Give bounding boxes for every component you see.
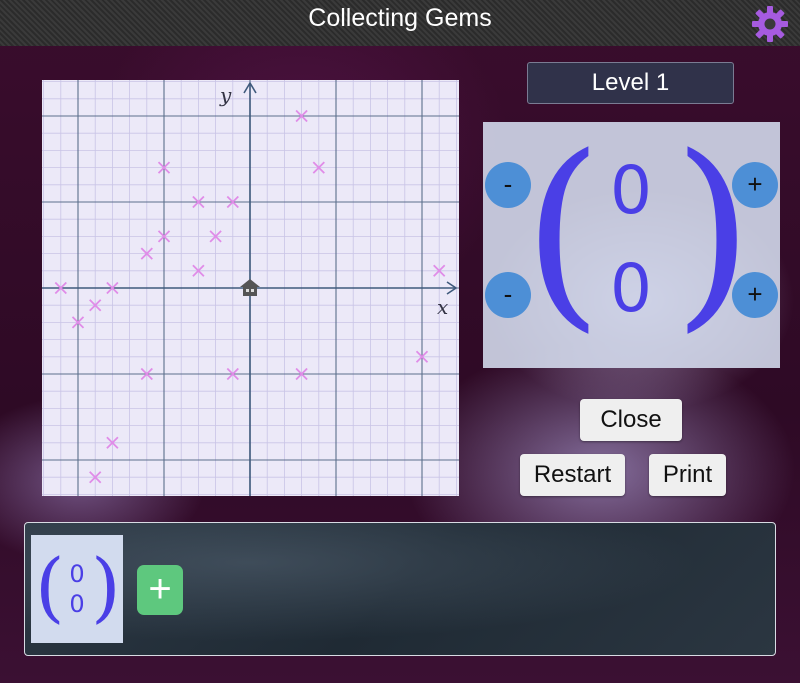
card-right-parenthesis: )	[91, 542, 121, 631]
coordinate-grid[interactable]: xy	[42, 80, 459, 496]
house-body	[243, 286, 257, 296]
decrement-y-button[interactable]: -	[485, 272, 531, 318]
vector-x-value: 0	[610, 152, 652, 229]
vector-tray: ( ) 0 0 +	[24, 522, 776, 656]
card-x-value: 0	[69, 560, 85, 588]
restart-button[interactable]: Restart	[520, 454, 625, 496]
add-vector-button[interactable]: +	[137, 565, 183, 615]
house-window	[246, 289, 249, 292]
vector-card[interactable]: ( ) 0 0	[31, 535, 123, 643]
gear-icon[interactable]	[750, 4, 790, 44]
app-title: Collecting Gems	[308, 4, 492, 32]
increment-x-button[interactable]: +	[732, 162, 778, 208]
card-y-value: 0	[69, 590, 85, 618]
title-bar: Collecting Gems	[0, 0, 800, 46]
house-icon	[240, 279, 260, 296]
print-button[interactable]: Print	[649, 454, 726, 496]
vector-y-value: 0	[610, 250, 652, 327]
level-indicator: Level 1	[527, 62, 734, 104]
close-button[interactable]: Close	[580, 399, 682, 441]
grid-svg[interactable]: xy	[42, 80, 459, 496]
house-window	[251, 289, 254, 292]
house-roof	[240, 279, 260, 287]
y-axis-label: y	[219, 83, 232, 107]
left-parenthesis: (	[523, 113, 603, 351]
increment-y-button[interactable]: +	[732, 272, 778, 318]
decrement-x-button[interactable]: -	[485, 162, 531, 208]
card-left-parenthesis: (	[35, 542, 65, 631]
vector-editor: ( ) 0 0 - + - +	[483, 122, 780, 368]
x-axis-label: x	[437, 295, 448, 319]
